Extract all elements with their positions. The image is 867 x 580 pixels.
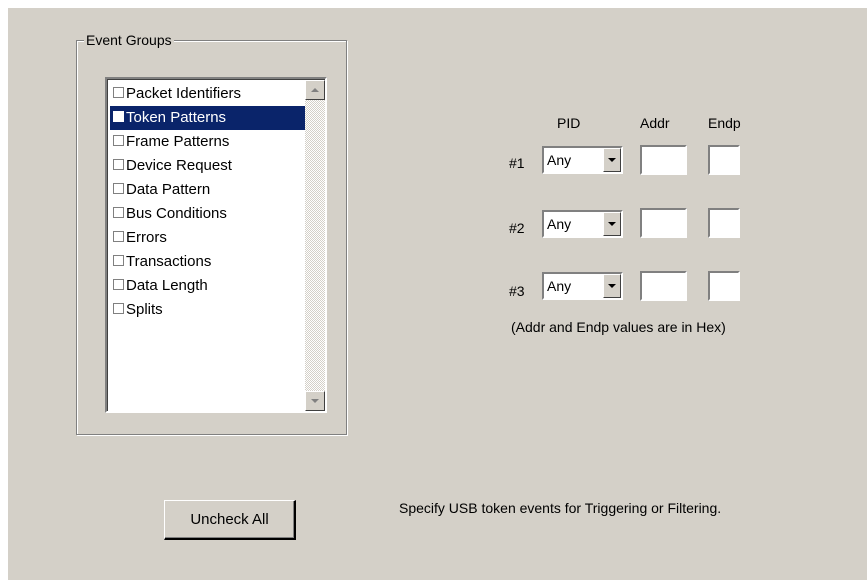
checkbox[interactable] <box>113 303 124 314</box>
list-item-label: Bus Conditions <box>126 205 227 222</box>
scroll-up-button[interactable] <box>305 80 325 100</box>
checkbox[interactable] <box>113 135 124 146</box>
list-item-packet-identifiers[interactable]: Packet Identifiers <box>110 82 306 106</box>
dropdown-button[interactable] <box>603 148 621 172</box>
list-item-label: Data Length <box>126 277 208 294</box>
checkbox[interactable] <box>113 207 124 218</box>
scroll-down-button[interactable] <box>305 391 325 411</box>
list-item-label: Device Request <box>126 157 232 174</box>
arrow-down-icon <box>311 399 319 403</box>
arrow-up-icon <box>311 88 319 92</box>
event-groups-title: Event Groups <box>84 32 174 48</box>
pid-header: PID <box>557 115 581 131</box>
list-item-label: Transactions <box>126 253 212 270</box>
list-item-transactions[interactable]: Transactions <box>110 250 306 274</box>
list-item-label: Errors <box>126 229 167 246</box>
pid-select-value: Any <box>547 216 572 232</box>
hex-note: (Addr and Endp values are in Hex) <box>511 319 726 335</box>
checkbox[interactable] <box>113 231 124 242</box>
dropdown-button[interactable] <box>603 212 621 236</box>
pid-select-1[interactable]: Any <box>542 146 623 174</box>
list-scrollbar[interactable] <box>305 80 325 411</box>
pid-select-value: Any <box>547 152 572 168</box>
dropdown-button[interactable] <box>603 274 621 298</box>
list-item-splits[interactable]: Splits <box>110 298 306 322</box>
addr-input-2[interactable] <box>640 208 687 238</box>
list-item-label: Data Pattern <box>126 181 211 198</box>
checkbox[interactable] <box>113 255 124 266</box>
list-item-device-request[interactable]: Device Request <box>110 154 306 178</box>
row-3-label: #3 <box>509 283 525 299</box>
list-item-label: Packet Identifiers <box>126 85 242 102</box>
endp-input-3[interactable] <box>708 271 740 301</box>
pid-select-3[interactable]: Any <box>542 272 623 300</box>
list-item-token-patterns[interactable]: Token Patterns <box>110 106 306 130</box>
endp-input-2[interactable] <box>708 208 740 238</box>
list-item-label: Splits <box>126 301 163 318</box>
checkbox[interactable] <box>113 279 124 290</box>
checkbox[interactable] <box>113 87 124 98</box>
pid-select-value: Any <box>547 278 572 294</box>
checkbox[interactable] <box>113 159 124 170</box>
addr-header: Addr <box>640 115 670 131</box>
event-groups-list[interactable]: Packet Identifiers Token Patterns Frame … <box>105 77 327 413</box>
instruction-text: Specify USB token events for Triggering … <box>399 500 722 516</box>
endp-header: Endp <box>708 115 741 131</box>
row-2-label: #2 <box>509 220 525 236</box>
list-item-errors[interactable]: Errors <box>110 226 306 250</box>
list-item-data-length[interactable]: Data Length <box>110 274 306 298</box>
chevron-down-icon <box>608 222 616 226</box>
uncheck-all-button[interactable]: Uncheck All <box>164 500 296 540</box>
addr-input-3[interactable] <box>640 271 687 301</box>
list-item-bus-conditions[interactable]: Bus Conditions <box>110 202 306 226</box>
list-item-label: Frame Patterns <box>126 133 230 150</box>
chevron-down-icon <box>608 284 616 288</box>
row-1-label: #1 <box>509 155 525 171</box>
chevron-down-icon <box>608 158 616 162</box>
addr-input-1[interactable] <box>640 145 687 175</box>
list-item-label: Token Patterns <box>126 109 227 126</box>
checkbox[interactable] <box>113 111 124 122</box>
list-item-data-pattern[interactable]: Data Pattern <box>110 178 306 202</box>
endp-input-1[interactable] <box>708 145 740 175</box>
pid-select-2[interactable]: Any <box>542 210 623 238</box>
list-item-frame-patterns[interactable]: Frame Patterns <box>110 130 306 154</box>
checkbox[interactable] <box>113 183 124 194</box>
